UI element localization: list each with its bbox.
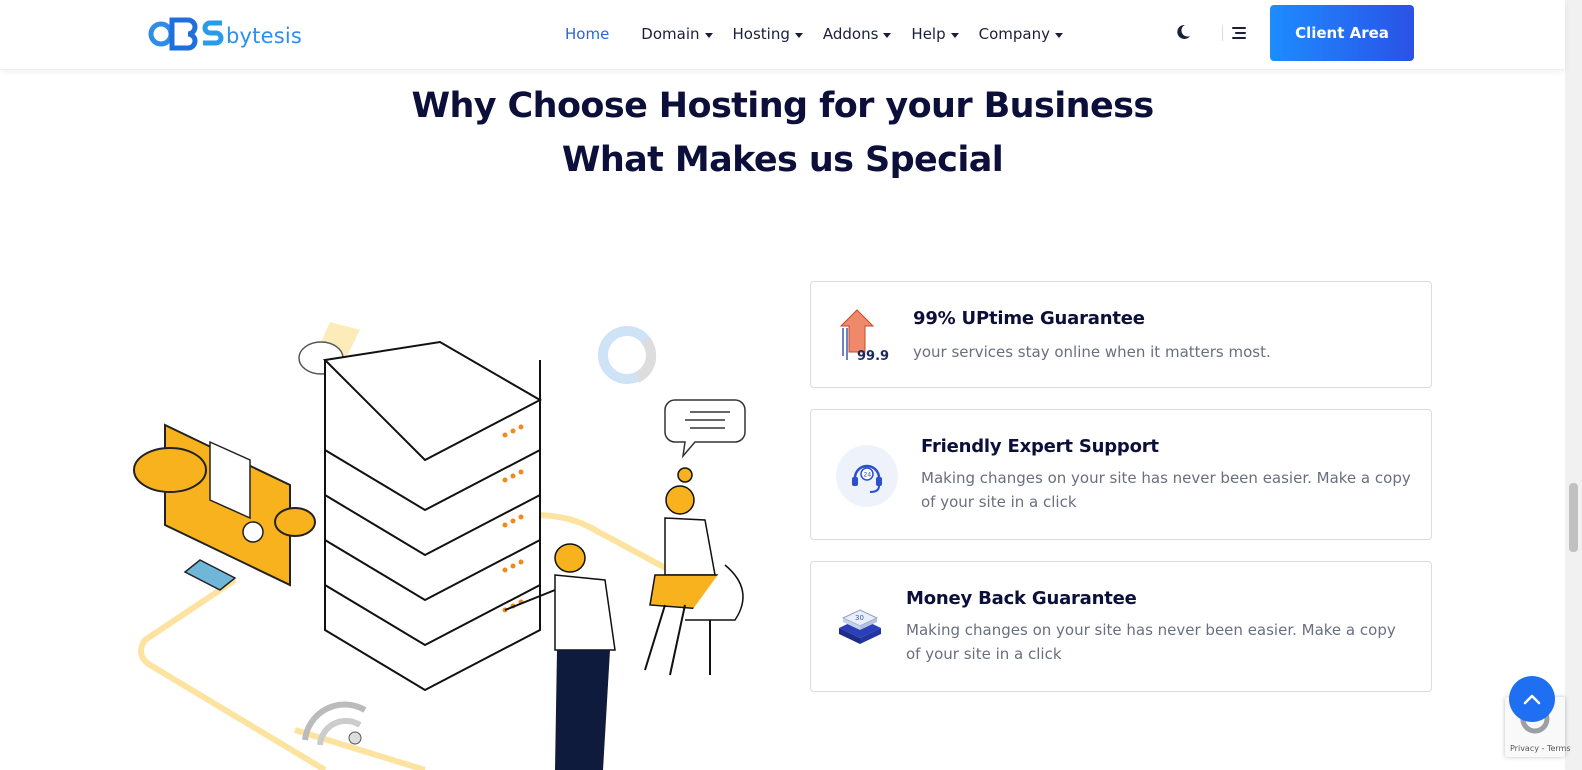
nav-hosting-label: Hosting [732,25,790,43]
caret-down-icon [794,32,803,38]
server-stack-icon [322,340,543,692]
nav-domain[interactable]: Domain [641,25,713,43]
money-back-icon-text: 30 [855,614,864,622]
caret-down-icon [883,32,892,38]
caret-down-icon [704,32,713,38]
uptime-icon-text: 99.9 [857,349,889,364]
feature-card-support: 24 Friendly Expert Support Making change… [810,409,1432,540]
support-icon-text: 24 [864,472,872,479]
feature-title: Money Back Guarantee [906,588,1137,609]
donut-chart-icon [598,326,657,384]
bytesis-logo[interactable]: bytesis [148,14,308,54]
nav-home[interactable]: Home [565,25,609,43]
header-divider [1222,25,1223,41]
woman-figure [644,467,744,676]
monitor-icon [133,423,316,591]
nav-home-label: Home [565,25,610,43]
logo-mark-icon [148,17,224,51]
speech-bubble-icon [664,399,746,459]
back-to-top-button[interactable] [1509,676,1555,722]
logo-text: bytesis [226,24,303,48]
feature-description: your services stay online when it matter… [913,343,1271,361]
recaptcha-links[interactable]: Privacy - Terms [1510,744,1571,753]
nav-addons[interactable]: Addons [823,25,892,43]
feature-description: Making changes on your site has never be… [906,621,1396,663]
nav-addons-label: Addons [822,25,879,43]
hamburger-icon[interactable] [1232,26,1248,40]
site-header: bytesis Home Domain Hosting Addons Help … [0,0,1565,70]
feature-title: 99% UPtime Guarantee [913,308,1145,329]
nav-company[interactable]: Company [979,25,1063,43]
nav-hosting[interactable]: Hosting [733,25,803,43]
caret-down-icon [1055,32,1063,38]
nav-domain-label: Domain [641,25,700,43]
scrollbar-thumb[interactable] [1569,483,1578,552]
nav-help-label: Help [911,25,946,43]
client-area-button[interactable]: Client Area [1270,5,1414,61]
hosting-illustration [133,322,746,770]
caret-down-icon [950,32,959,38]
money-back-box-icon: 30 [839,609,881,644]
feature-card-uptime: 99.9 99% UPtime Guarantee your services … [810,281,1432,388]
moon-icon[interactable] [1173,23,1191,41]
page-scrollbar[interactable] [1565,0,1582,770]
feature-description: Making changes on your site has never be… [921,469,1411,511]
nav-help[interactable]: Help [911,25,959,43]
support-headset-icon: 24 [836,445,898,507]
feature-title: Friendly Expert Support [921,436,1159,457]
main-nav: Home Domain Hosting Addons Help Company [565,22,1083,46]
chevron-up-icon [1523,694,1541,705]
feature-card-money-back: 30 Money Back Guarantee Making changes o… [810,561,1432,692]
section-subtitle: What Makes us Special [561,140,1004,180]
uptime-arrow-icon: 99.9 [839,309,889,364]
nav-company-label: Company [978,25,1050,43]
section-title: Why Choose Hosting for your Business [411,86,1154,126]
